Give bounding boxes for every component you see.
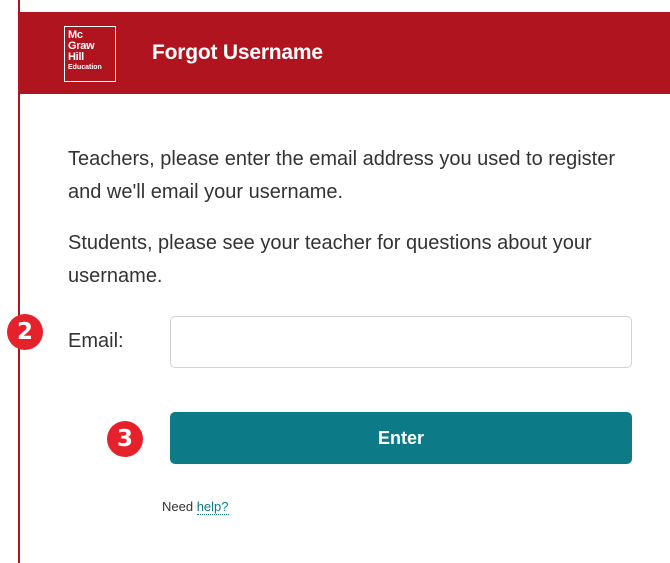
enter-button[interactable]: Enter xyxy=(170,412,632,464)
dialog-header: Mc Graw Hill Education Forgot Username xyxy=(20,12,670,94)
page-title: Forgot Username xyxy=(152,41,323,64)
mcgraw-hill-logo: Mc Graw Hill Education xyxy=(64,26,116,82)
teacher-instructions: Teachers, please enter the email address… xyxy=(68,148,615,203)
student-instructions: Students, please see your teacher for qu… xyxy=(68,232,592,287)
help-prefix: Need xyxy=(162,499,194,514)
help-line: Need help? xyxy=(162,499,229,515)
email-input[interactable] xyxy=(170,316,632,368)
step-badge-2: 2 xyxy=(7,314,43,350)
email-label: Email: xyxy=(68,330,124,352)
help-link[interactable]: help? xyxy=(196,499,229,515)
step-badge-3: 3 xyxy=(107,421,143,457)
forgot-username-dialog: Mc Graw Hill Education Forgot Username T… xyxy=(18,0,670,563)
